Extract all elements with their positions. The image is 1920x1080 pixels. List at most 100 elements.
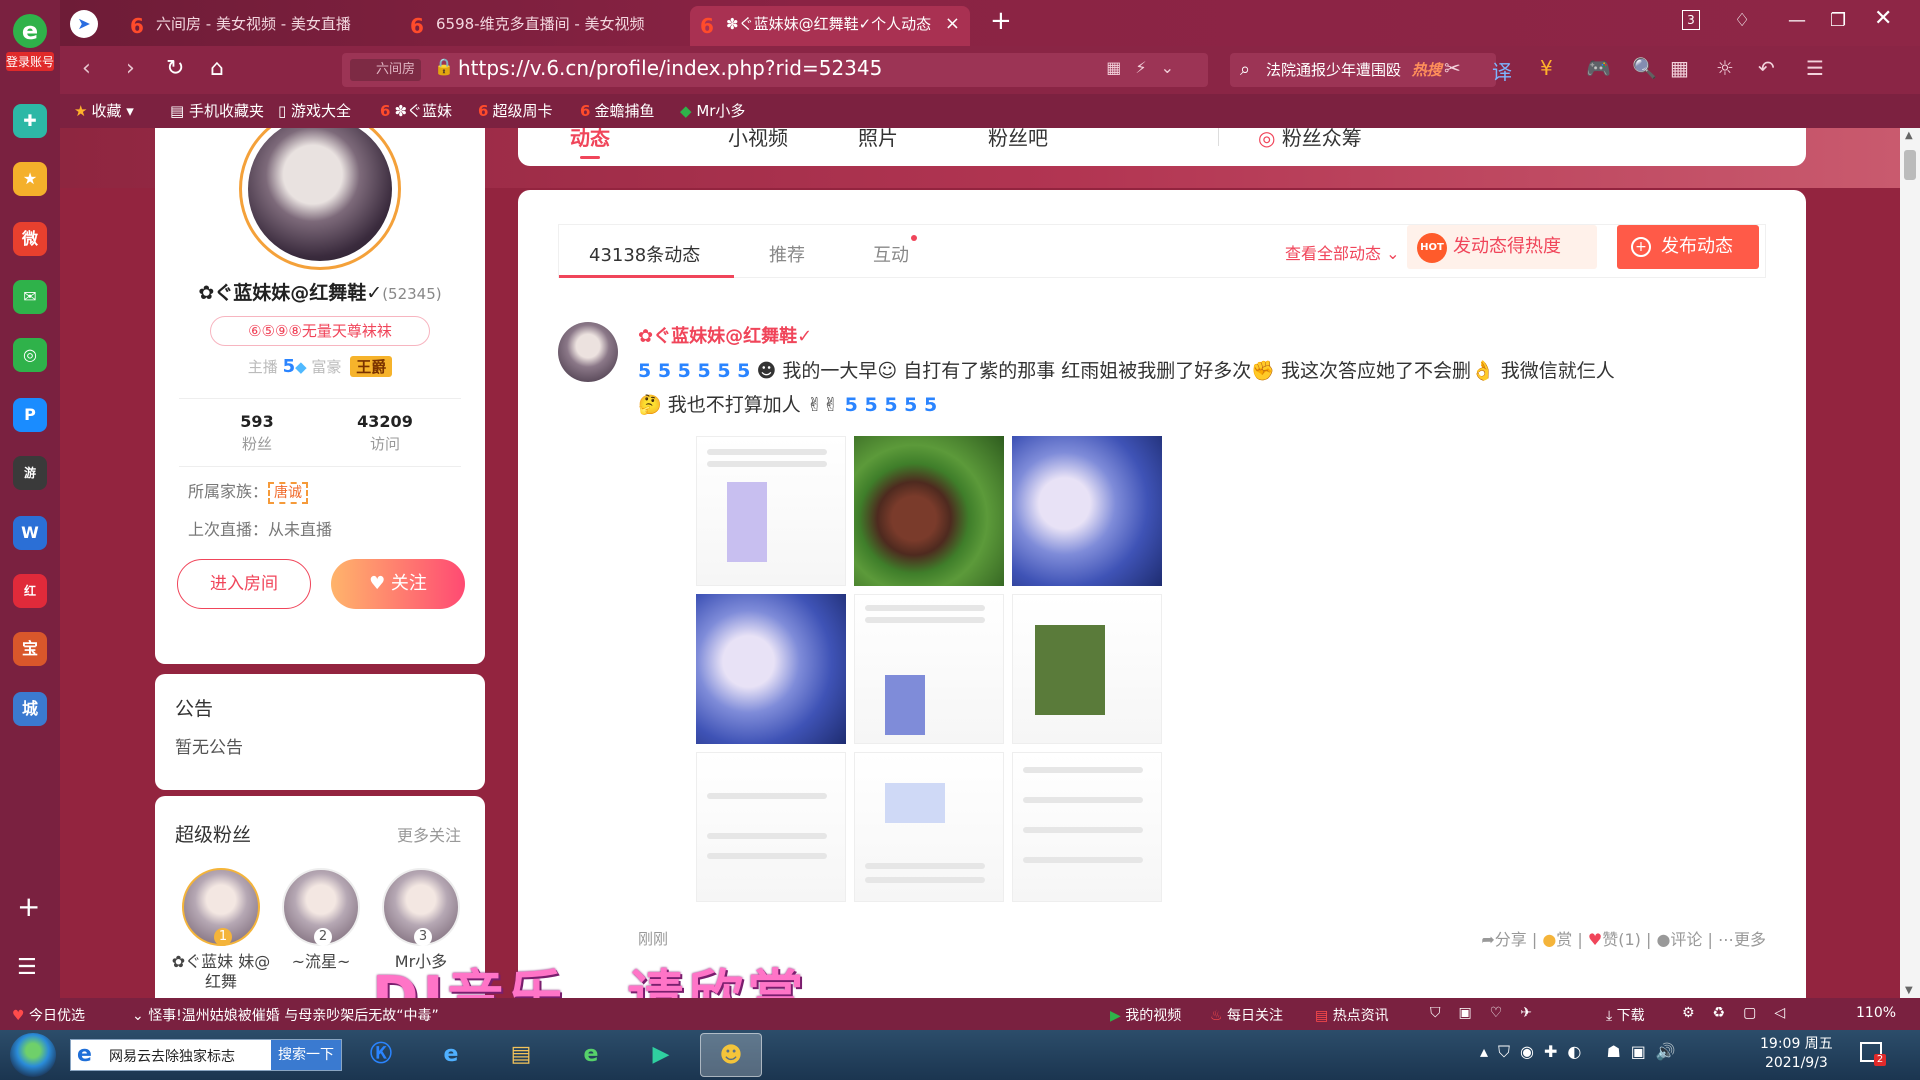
more-button[interactable]: ⋯更多 <box>1718 930 1766 949</box>
restore-icon[interactable]: ❐ <box>1830 10 1846 31</box>
browser-logo[interactable]: e 登录账号 <box>6 14 54 72</box>
hot-news-link[interactable]: ▤ 热点资讯 <box>1315 1005 1389 1025</box>
add-app-icon[interactable]: + <box>17 890 40 923</box>
menu-icon[interactable]: ☰ <box>17 955 37 980</box>
fan-item[interactable]: 2 ~流星~ <box>271 868 371 972</box>
weibo-icon[interactable]: 微 <box>13 222 47 256</box>
fanclub-badge[interactable]: ⑥⑤⑨⑧无量天尊袜袜 <box>210 316 430 346</box>
tab-profile-active[interactable]: 6 ✽ぐ蓝妹妹@红舞鞋✓个人动态 × <box>690 6 970 46</box>
tab-dynamic[interactable]: 动态 <box>570 128 610 159</box>
tab-liujianfang[interactable]: 6 六间房 - 美女视频 - 美女直播 <box>120 6 390 46</box>
bookmark-mr-xiaoduo[interactable]: ◆ Mr小多 <box>680 100 745 121</box>
plus-circle-icon[interactable]: ✚ <box>13 104 47 138</box>
system-tray[interactable]: ▴⛉◉✚◐ ☗▣🔊 <box>1480 1042 1686 1062</box>
active-app-icon[interactable]: ☻ <box>700 1033 762 1077</box>
ie-browser-icon[interactable]: e <box>420 1033 482 1077</box>
back-icon[interactable]: ‹ <box>82 56 91 81</box>
main-menu-icon[interactable]: ☰ <box>1806 56 1824 80</box>
family-tag[interactable]: 唐诚 <box>268 482 309 504</box>
url-field[interactable]: 六间房 🔒 https://v.6.cn/profile/index.php?r… <box>342 53 1208 87</box>
p-app-icon[interactable]: P <box>13 398 47 432</box>
scroll-up-icon[interactable]: ▲ <box>1905 130 1913 141</box>
post-image[interactable] <box>1012 752 1162 902</box>
bookmark-mobile[interactable]: ▤ 手机收藏夹 <box>170 100 264 121</box>
game-icon[interactable]: 游 <box>13 456 47 490</box>
bookmark-fishing[interactable]: 6 金蟾捕鱼 <box>580 100 654 121</box>
tab-6598-room[interactable]: 6 6598-维克多直播间 - 美女视频 <box>400 6 670 46</box>
post-image[interactable] <box>1012 436 1162 586</box>
post-image[interactable] <box>854 436 1004 586</box>
brightness-icon[interactable]: ☼ <box>1716 56 1734 80</box>
close-window-icon[interactable]: ✕ <box>1874 6 1892 31</box>
news-ticker[interactable]: ⌄ 怪事!温州姑娘被催婚 与母亲吵架后无故“中毒” <box>132 1005 439 1025</box>
translate-icon[interactable]: 译 <box>1492 56 1512 85</box>
magnifier-icon[interactable]: 🔍 <box>1632 56 1657 80</box>
bookmark-games[interactable]: ▯ 游戏大全 <box>278 100 351 121</box>
coin-icon[interactable]: ¥ <box>1540 56 1553 80</box>
post-author[interactable]: ✿ぐ蓝妹妹@红舞鞋✓ <box>638 322 812 348</box>
city-game-icon[interactable]: 城 <box>13 692 47 726</box>
share-button[interactable]: ➦分享 <box>1481 930 1526 949</box>
file-explorer-icon[interactable]: ▤ <box>490 1033 552 1077</box>
scroll-down-icon[interactable]: ▼ <box>1905 985 1913 996</box>
k-app-icon[interactable]: Ⓚ <box>350 1033 412 1077</box>
my-video-link[interactable]: ▶ 我的视频 <box>1110 1005 1181 1025</box>
navigation-icon[interactable]: ➤ <box>70 10 98 38</box>
fans-stat[interactable]: 593 粉丝 <box>197 412 317 454</box>
post-image[interactable] <box>696 752 846 902</box>
star-icon[interactable]: ★ <box>13 162 47 196</box>
login-button[interactable]: 登录账号 <box>6 52 54 71</box>
post-image[interactable] <box>696 436 846 586</box>
bookmark-profile[interactable]: 6 ✽ぐ蓝妹 <box>380 100 452 121</box>
new-tab-icon[interactable]: + <box>990 6 1012 36</box>
treasure-icon[interactable]: 宝 <box>13 632 47 666</box>
download-link[interactable]: ⤓ 下载 <box>1606 1005 1645 1025</box>
browser-360-icon[interactable]: e <box>560 1033 622 1077</box>
post-image[interactable] <box>696 594 846 744</box>
comment-button[interactable]: ●评论 <box>1656 930 1702 949</box>
zoom-level[interactable]: 110% <box>1856 1005 1896 1021</box>
post-image[interactable] <box>854 752 1004 902</box>
close-tab-icon[interactable]: × <box>945 6 960 42</box>
video-player-icon[interactable]: ▶ <box>630 1033 692 1077</box>
publish-post-button[interactable]: + 发布动态 <box>1617 225 1759 269</box>
scroll-thumb[interactable] <box>1904 150 1916 180</box>
url-text[interactable]: https://v.6.cn/profile/index.php?rid=523… <box>458 56 882 80</box>
enter-room-button[interactable]: 进入房间 <box>177 559 311 609</box>
tab-fan-crowdfunding[interactable]: ◎ 粉丝众筹 <box>1258 128 1362 151</box>
clock[interactable]: 19:09 周五 2021/9/3 <box>1760 1035 1833 1073</box>
fan-item[interactable]: 1 ✿ぐ蓝妹 妹@红舞 <box>171 868 271 992</box>
view-all-dropdown[interactable]: 查看全部动态 ⌄ <box>1285 240 1400 264</box>
bookmark-favorites[interactable]: ★ 收藏 ▾ <box>74 100 134 121</box>
like-button[interactable]: ♥赞(1) <box>1588 930 1641 949</box>
more-follows-link[interactable]: 更多关注 <box>397 822 461 846</box>
tab-interaction[interactable]: 互动 <box>873 241 909 267</box>
tab-fan-bar[interactable]: 粉丝吧 <box>988 128 1048 151</box>
apps-grid-icon[interactable]: ▦ <box>1670 56 1689 80</box>
follow-button[interactable]: ♥ 关注 <box>331 559 465 609</box>
taskbar-search[interactable]: e 网易云去除独家标志 搜索一下 <box>70 1039 342 1071</box>
reward-button[interactable]: ●赏 <box>1542 930 1572 949</box>
url-tools[interactable]: ▦⚡⌄ <box>1106 58 1188 77</box>
tab-photos[interactable]: 照片 <box>858 128 898 151</box>
daily-picks[interactable]: ♥ 今日优选 <box>12 1005 85 1025</box>
tab-all-posts[interactable]: 43138条动态 <box>589 241 700 267</box>
start-button-icon[interactable] <box>10 1033 56 1077</box>
post-image[interactable] <box>1012 594 1162 744</box>
tab-count-icon[interactable]: 3 <box>1682 10 1700 30</box>
home-icon[interactable]: ⌂ <box>210 56 224 81</box>
status-tools-right[interactable]: ⚙♻▢◁ <box>1682 1005 1803 1021</box>
undo-icon[interactable]: ↶ <box>1758 56 1775 80</box>
status-tools[interactable]: ⛉▣♡✈ <box>1430 1005 1550 1021</box>
forward-icon[interactable]: › <box>126 56 135 81</box>
refresh-icon[interactable]: ↻ <box>166 56 184 81</box>
notification-icon[interactable]: 2 <box>1860 1042 1886 1066</box>
tab-short-video[interactable]: 小视频 <box>728 128 788 151</box>
post-for-heat-button[interactable]: HOT 发动态得热度 <box>1407 225 1597 269</box>
mail-icon[interactable]: ✉ <box>13 280 47 314</box>
post-image[interactable] <box>854 594 1004 744</box>
profile-avatar[interactable] <box>239 128 401 270</box>
scissors-icon[interactable]: ✂ <box>1444 56 1461 80</box>
chat-icon[interactable]: ◎ <box>13 338 47 372</box>
bookmark-weekly-card[interactable]: 6 超级周卡 <box>478 100 552 121</box>
